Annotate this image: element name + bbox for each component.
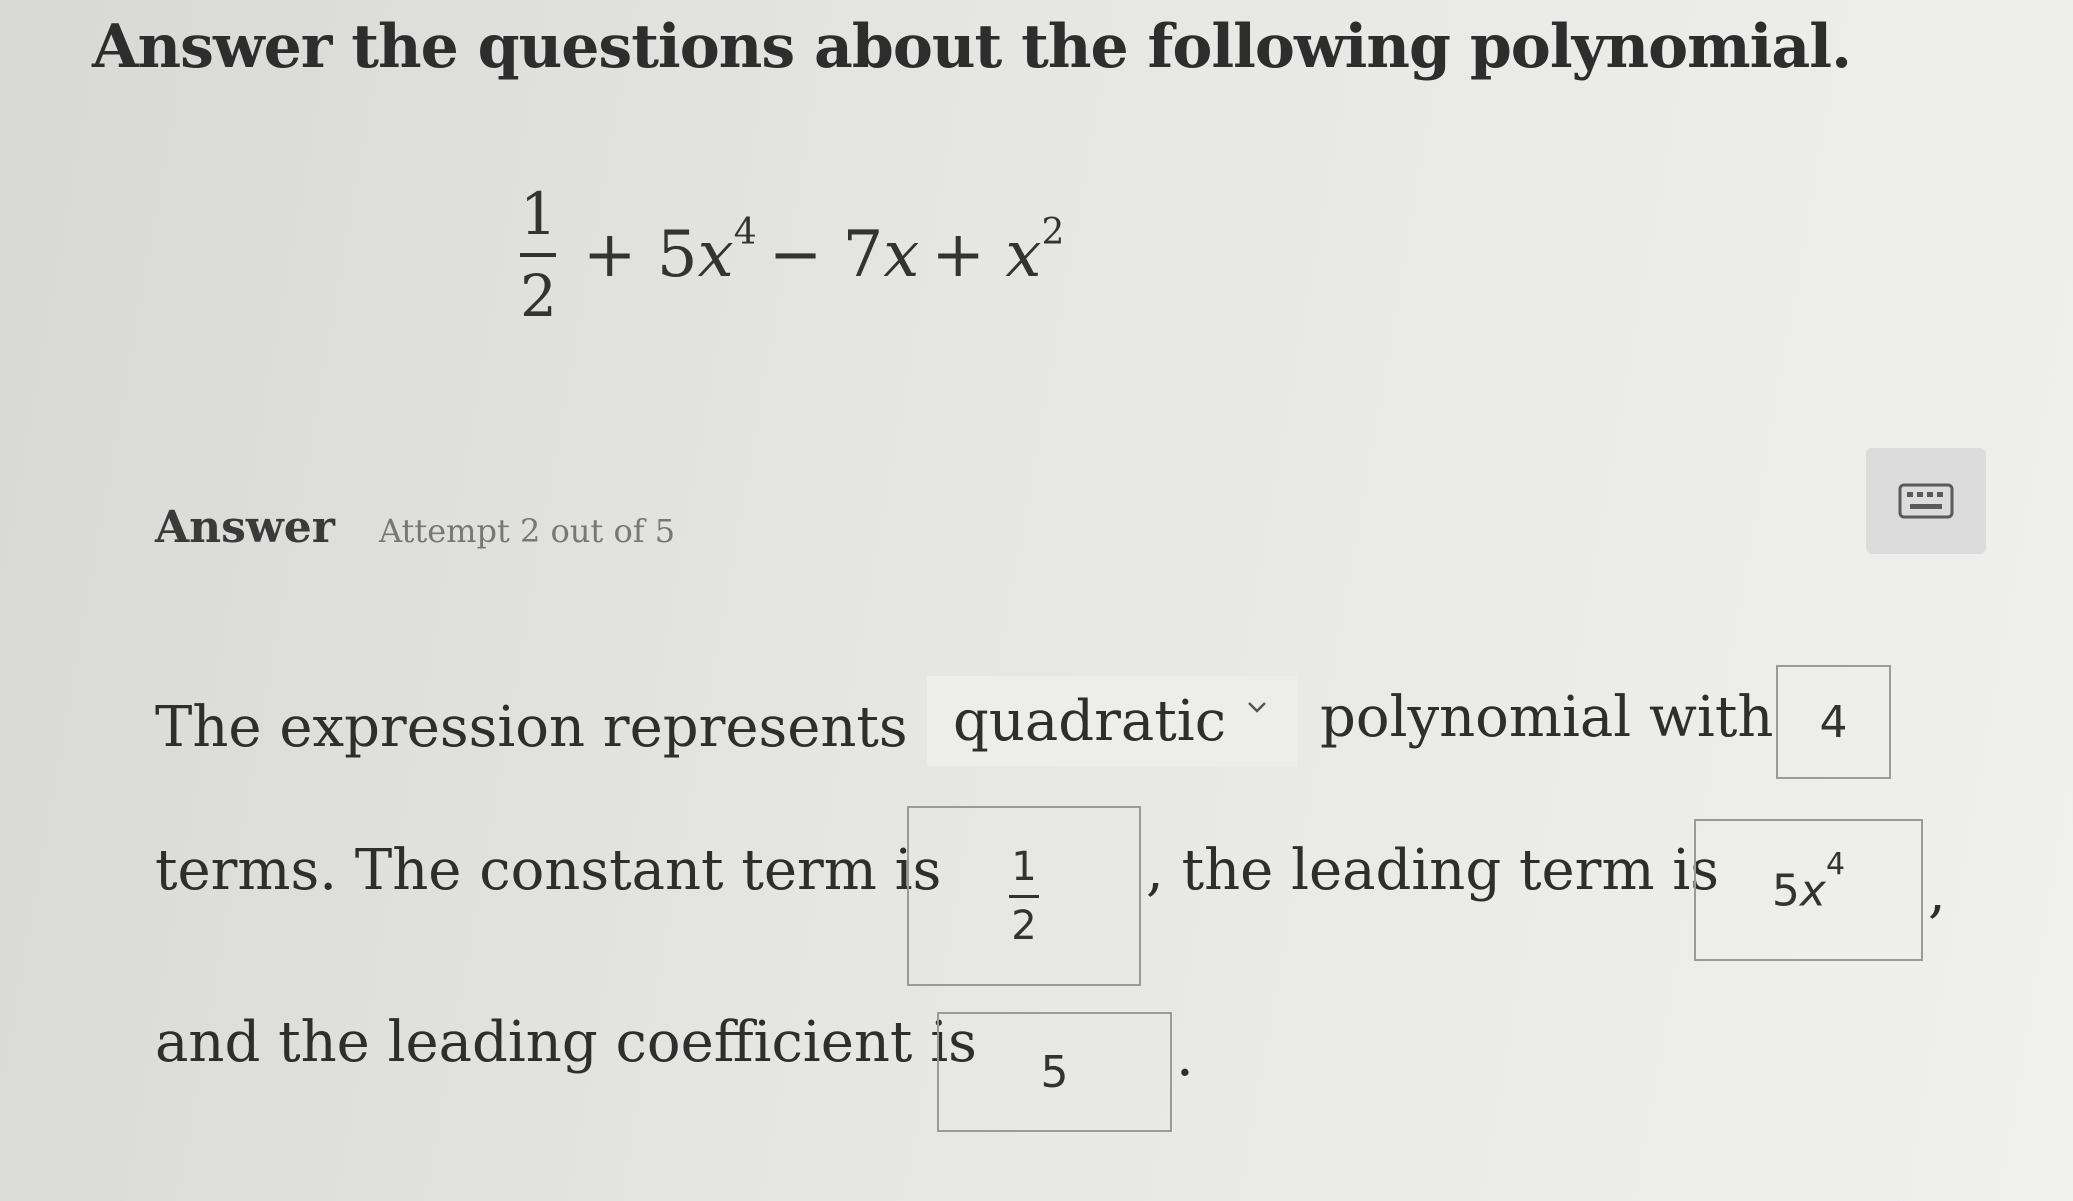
sentence-part-2: polynomial with <box>1320 685 1774 750</box>
sentence-part-6: and the leading coefficient is <box>155 1010 977 1075</box>
fraction-denominator: 2 <box>520 262 557 330</box>
keypad-button[interactable] <box>1866 448 1986 554</box>
answer-label: Answer <box>155 502 335 553</box>
constant-numerator: 1 <box>1011 843 1037 890</box>
constant-term-fraction: 1 2 <box>1009 847 1039 946</box>
answer-heading: Answer Attempt 2 out of 5 <box>155 502 675 553</box>
chevron-down-icon <box>1248 702 1266 713</box>
sentence-part-3: terms. The constant term is <box>155 838 942 903</box>
sentence-part-7: . <box>1176 1024 1194 1089</box>
fraction-numerator: 1 <box>520 180 557 248</box>
polynomial-expression: 1 2 + 5x4 − 7x + x2 <box>520 170 1070 340</box>
polynomial-term-4: + x2 <box>931 211 1065 292</box>
sentence-part-4: , the leading term is <box>1146 838 1719 903</box>
polynomial-type-select[interactable]: quadratic <box>927 676 1297 766</box>
polynomial-type-value: quadratic <box>953 688 1227 754</box>
constant-denominator: 2 <box>1011 902 1037 949</box>
fraction-bar <box>520 253 557 257</box>
constant-fraction-bar <box>1009 894 1039 898</box>
leading-term-value: 5x4 <box>1771 847 1846 917</box>
num-terms-value: 4 <box>1819 696 1848 748</box>
leading-coefficient-input[interactable]: 5 <box>937 1012 1172 1132</box>
leading-coefficient-value: 5 <box>1040 1046 1069 1098</box>
attempt-counter: Attempt 2 out of 5 <box>378 512 676 550</box>
polynomial-term-2: + 5x4 <box>582 211 757 292</box>
leading-term-input[interactable]: 5x4 <box>1694 819 1923 961</box>
polynomial-fraction: 1 2 <box>520 185 557 325</box>
question-text: Answer the questions about the following… <box>92 12 1852 82</box>
num-terms-input[interactable]: 4 <box>1776 665 1891 779</box>
polynomial-term-3: − 7x <box>768 218 920 292</box>
constant-term-input[interactable]: 1 2 <box>907 806 1141 986</box>
sentence-part-1: The expression represents a <box>155 695 959 760</box>
keyboard-icon <box>1898 483 1954 519</box>
sentence-part-5: , <box>1928 860 1946 925</box>
